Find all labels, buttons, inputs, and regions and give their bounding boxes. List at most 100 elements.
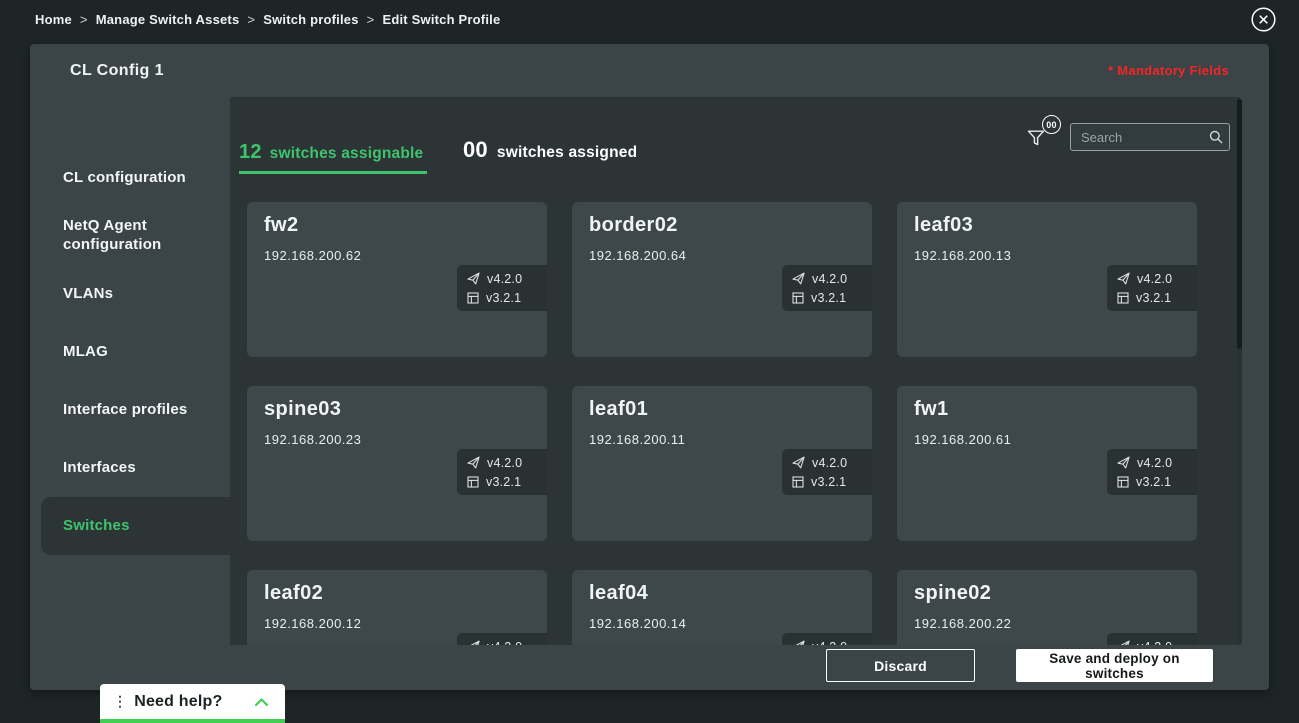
sidebar-item-label: Interface profiles [63, 401, 187, 420]
close-button[interactable] [1250, 6, 1276, 32]
switch-name: fw1 [914, 398, 949, 421]
netq-version: v3.2.1 [1136, 475, 1171, 489]
sidebar: CL configuration NetQ Agent configuration… [30, 97, 230, 645]
switch-card-grid: fw2192.168.200.62v4.2.0v3.2.1border02192… [247, 202, 1223, 645]
sidebar-item-label: VLANs [63, 285, 113, 304]
version-badge: v4.2.0v3.2.1 [1107, 265, 1197, 311]
netq-version: v3.2.1 [811, 291, 846, 305]
version-badge: v4.2.0 v3.2.1 [1107, 449, 1197, 495]
search-input[interactable] [1070, 123, 1230, 151]
version-badge: v4.2.0v3.2.1 [782, 633, 872, 645]
need-help-button[interactable]: ⋮ Need help? [100, 684, 285, 723]
cl-version-icon [792, 640, 805, 645]
netq-version: v3.2.1 [1136, 291, 1171, 305]
scrollbar-thumb[interactable] [1237, 99, 1242, 349]
breadcrumb: Home > Manage Switch Assets > Switch profile… [35, 12, 500, 27]
switch-ip: 192.168.200.61 [914, 432, 1011, 447]
cl-version-icon [1117, 272, 1130, 285]
sidebar-item-interfaces[interactable]: Interfaces [30, 439, 230, 497]
cl-version-icon [467, 456, 480, 469]
close-icon [1251, 7, 1276, 32]
save-deploy-button[interactable]: Save and deploy on switches [1016, 649, 1213, 682]
assignable-count: 12 [239, 141, 262, 164]
switch-ip: 192.168.200.62 [264, 248, 361, 263]
breadcrumb-item[interactable]: Manage Switch Assets [96, 12, 240, 27]
breadcrumb-item[interactable]: Switch profiles [263, 12, 358, 27]
sidebar-item-label: NetQ Agent configuration [63, 217, 213, 255]
breadcrumb-separator: > [80, 12, 88, 27]
version-badge: v4.2.0v3.2.1 [1107, 633, 1197, 645]
switch-ip: 192.168.200.22 [914, 616, 1011, 631]
version-badge: v4.2.0v3.2.1 [457, 265, 547, 311]
cl-version: v4.2.0 [1137, 456, 1172, 470]
switch-ip: 192.168.200.11 [589, 432, 685, 447]
breadcrumb-separator: > [367, 12, 375, 27]
content-scrollbar[interactable] [1237, 99, 1242, 645]
netq-version: v3.2.1 [811, 475, 846, 489]
search-box [1070, 123, 1230, 151]
sidebar-item-vlans[interactable]: VLANs [30, 265, 230, 323]
kebab-icon: ⋮ [113, 693, 127, 710]
switch-name: leaf03 [914, 214, 973, 237]
switch-card[interactable]: leaf04192.168.200.14v4.2.0v3.2.1 [572, 570, 872, 645]
tab-switches-assignable[interactable]: 12 switches assignable [239, 141, 427, 174]
switch-ip: 192.168.200.14 [589, 616, 686, 631]
switch-ip: 192.168.200.64 [589, 248, 686, 263]
filter-icon [1027, 130, 1045, 152]
breadcrumb-item[interactable]: Home [35, 12, 72, 27]
netq-version-icon [792, 476, 804, 488]
cl-version-icon [1117, 456, 1130, 469]
switch-card[interactable]: fw1 192.168.200.61 v4.2.0 v3.2.1 [897, 386, 1197, 541]
switch-name: spine03 [264, 398, 341, 421]
cl-version: v4.2.0 [487, 640, 522, 646]
netq-version: v3.2.1 [486, 291, 521, 305]
discard-button[interactable]: Discard [826, 649, 975, 682]
version-badge: v4.2.0 v3.2.1 [782, 449, 872, 495]
assigned-count: 00 [463, 137, 488, 163]
cl-version: v4.2.0 [812, 640, 847, 646]
sidebar-item-cl-configuration[interactable]: CL configuration [30, 149, 230, 207]
filter-button[interactable]: 00 [1025, 115, 1061, 153]
tab-switches-assigned[interactable]: 00 switches assigned [463, 137, 637, 163]
sidebar-item-switches[interactable]: Switches [41, 497, 230, 555]
version-badge: v4.2.0v3.2.1 [457, 633, 547, 645]
sidebar-item-label: CL configuration [63, 169, 186, 188]
breadcrumb-item[interactable]: Edit Switch Profile [382, 12, 500, 27]
edit-switch-profile-panel: CL Config 1 * Mandatory Fields CL config… [30, 44, 1269, 690]
cl-version-icon [792, 272, 805, 285]
switch-name: border02 [589, 214, 678, 237]
sidebar-item-label: Switches [63, 517, 130, 536]
netq-version-icon [1117, 292, 1129, 304]
breadcrumb-bar: Home > Manage Switch Assets > Switch profile… [0, 0, 1299, 38]
need-help-label: Need help? [134, 693, 222, 711]
cl-version-icon [467, 640, 480, 645]
switch-card[interactable]: leaf03192.168.200.13v4.2.0v3.2.1 [897, 202, 1197, 357]
switch-card[interactable]: border02 192.168.200.64 v4.2.0 v3.2.1 [572, 202, 872, 357]
cl-version: v4.2.0 [1137, 640, 1172, 646]
netq-version-icon [792, 292, 804, 304]
assigned-label: switches assigned [497, 144, 637, 162]
cl-version: v4.2.0 [812, 456, 847, 470]
switch-card[interactable]: spine03192.168.200.23v4.2.0v3.2.1 [247, 386, 547, 541]
sidebar-item-label: MLAG [63, 343, 108, 362]
switch-card[interactable]: leaf02192.168.200.12v4.2.0v3.2.1 [247, 570, 547, 645]
cl-version: v4.2.0 [812, 272, 847, 286]
switch-card[interactable]: leaf01 192.168.200.11 v4.2.0 v3.2.1 [572, 386, 872, 541]
assignable-label: switches assignable [270, 145, 424, 163]
switch-card[interactable]: spine02192.168.200.22v4.2.0v3.2.1 [897, 570, 1197, 645]
cl-version-icon [1117, 640, 1130, 645]
mandatory-fields-note: * Mandatory Fields [1108, 63, 1229, 78]
panel-header: CL Config 1 * Mandatory Fields [30, 44, 1269, 97]
sidebar-item-interface-profiles[interactable]: Interface profiles [30, 381, 230, 439]
switch-card[interactable]: fw2192.168.200.62v4.2.0v3.2.1 [247, 202, 547, 357]
chevron-up-icon [254, 697, 269, 707]
cl-version: v4.2.0 [487, 456, 522, 470]
netq-version: v3.2.1 [486, 475, 521, 489]
switch-name: leaf01 [589, 398, 648, 421]
sidebar-item-mlag[interactable]: MLAG [30, 323, 230, 381]
sidebar-item-label: Interfaces [63, 459, 136, 478]
netq-version-icon [1117, 476, 1129, 488]
switch-ip: 192.168.200.12 [264, 616, 361, 631]
sidebar-item-netq-agent-configuration[interactable]: NetQ Agent configuration [30, 207, 230, 265]
page-title: CL Config 1 [70, 62, 164, 80]
